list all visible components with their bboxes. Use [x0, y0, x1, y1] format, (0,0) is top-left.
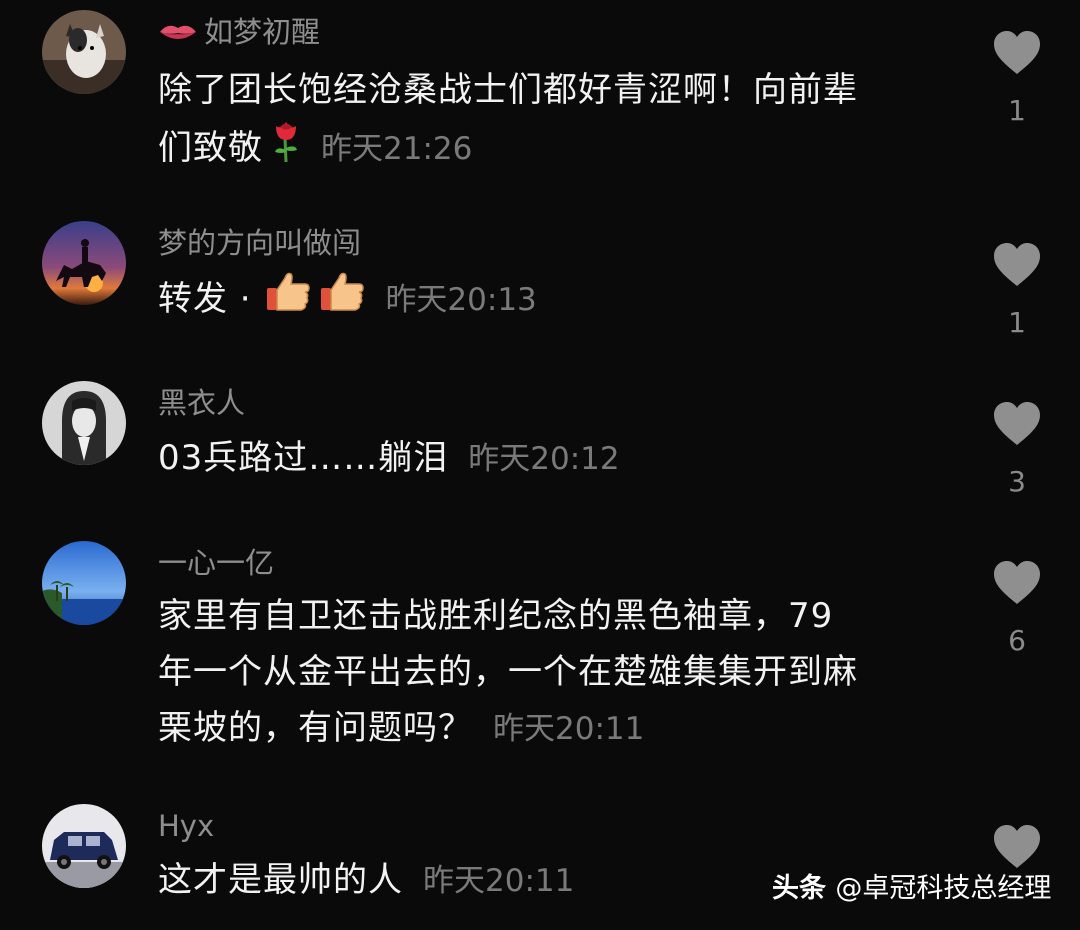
- lips-icon: [158, 16, 198, 52]
- comment-line: 03兵路过……躺泪: [158, 438, 449, 478]
- comment-line: 们致敬: [158, 128, 263, 168]
- comment-time: 昨天20:11: [493, 711, 645, 747]
- watermark: 头条 @卓冠科技总经理: [772, 866, 1051, 905]
- comment-line: 这才是最帅的人: [158, 860, 403, 900]
- comment-text: 除了团长饱经沧桑战士们都好青涩啊！向前辈 们致敬 昨天21:26: [158, 62, 958, 181]
- username[interactable]: 一心一亿: [158, 545, 274, 581]
- like-button[interactable]: [992, 824, 1042, 870]
- like-button[interactable]: 3: [992, 401, 1042, 498]
- heart-icon: [994, 561, 1040, 604]
- watermark-brand: 头条: [772, 873, 826, 904]
- username-text: 一心一亿: [158, 546, 275, 580]
- like-count: 6: [1008, 624, 1026, 657]
- comment-text: 03兵路过……躺泪 昨天20:12: [158, 430, 958, 487]
- username[interactable]: 黑衣人: [158, 385, 245, 421]
- heart-icon: [994, 31, 1040, 74]
- avatar[interactable]: [42, 804, 126, 888]
- heart-icon: [994, 825, 1040, 868]
- heart-icon: [994, 402, 1040, 445]
- comment-text: 转发 · 昨天20:13: [158, 270, 958, 331]
- username-text: Hyx: [158, 809, 215, 843]
- like-count: 1: [1008, 306, 1026, 339]
- watermark-handle: @卓冠科技总经理: [835, 873, 1052, 904]
- thumbs-up-icon: [319, 270, 365, 331]
- comment-time: 昨天20:12: [468, 441, 620, 477]
- like-count: 1: [1008, 94, 1026, 127]
- comment-line: 家里有自卫还击战胜利纪念的黑色袖章，79: [158, 596, 834, 636]
- comment-text: 家里有自卫还击战胜利纪念的黑色袖章，79 年一个从金平出去的，一个在楚雄集集开到…: [158, 588, 958, 757]
- comment-time: 昨天21:26: [321, 131, 473, 167]
- comment-line: 除了团长饱经沧桑战士们都好青涩啊！向前辈: [158, 70, 858, 110]
- username-text: 如梦初醒: [204, 15, 321, 49]
- comment-line: 年一个从金平出去的，一个在楚雄集集开到麻: [158, 652, 858, 692]
- heart-icon: [994, 243, 1040, 286]
- avatar[interactable]: [42, 381, 126, 465]
- comment-line: 转发 ·: [158, 279, 264, 319]
- username-text: 梦的方向叫做闯: [158, 226, 362, 260]
- comment-line: 栗坡的，有问题吗？: [158, 708, 473, 748]
- comment-time: 昨天20:11: [423, 863, 575, 899]
- rose-icon: [271, 118, 301, 181]
- like-button[interactable]: 1: [992, 30, 1042, 127]
- like-button[interactable]: 1: [992, 242, 1042, 339]
- thumbs-up-icon: [265, 270, 311, 331]
- username[interactable]: 梦的方向叫做闯: [158, 225, 361, 261]
- comment-time: 昨天20:13: [385, 282, 537, 318]
- like-count: 3: [1008, 465, 1026, 498]
- like-button[interactable]: 6: [992, 560, 1042, 657]
- username-text: 黑衣人: [158, 386, 246, 420]
- avatar[interactable]: [42, 10, 126, 94]
- avatar[interactable]: [42, 541, 126, 625]
- username[interactable]: Hyx: [158, 808, 214, 844]
- username[interactable]: 如梦初醒: [158, 14, 320, 52]
- avatar[interactable]: [42, 221, 126, 305]
